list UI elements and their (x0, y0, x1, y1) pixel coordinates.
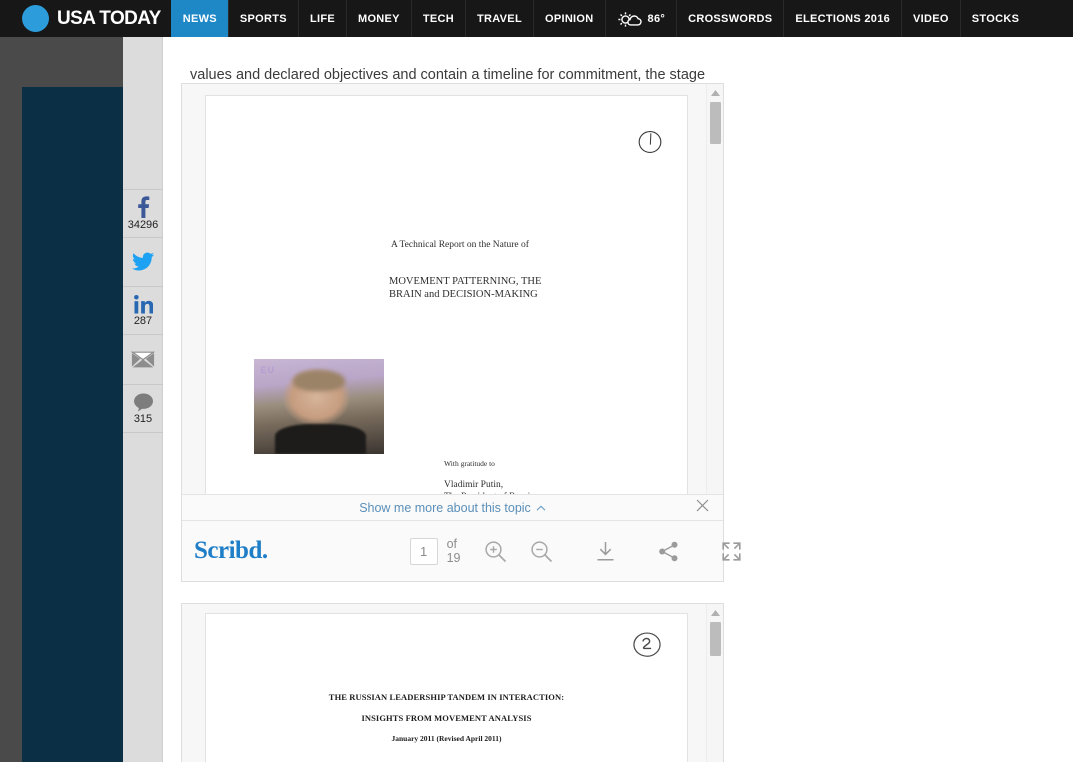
document-gratitude-label: With gratitude to (444, 459, 495, 468)
document-page-1: A Technical Report on the Nature of MOVE… (205, 95, 688, 521)
chevron-up-icon (536, 505, 546, 511)
site-header: USA TODAY NEWS SPORTS LIFE MONEY TECH TR… (0, 0, 1073, 37)
facebook-icon (137, 196, 149, 218)
weather-temperature: 86° (647, 12, 666, 25)
nav-item-sports[interactable]: SPORTS (227, 0, 298, 37)
show-more-topic-link[interactable]: Show me more about this topic (359, 501, 546, 515)
share-button[interactable] (658, 541, 679, 562)
linkedin-icon (133, 294, 153, 314)
scrollbar-thumb-1[interactable] (710, 102, 721, 144)
facebook-share-count: 34296 (127, 219, 159, 231)
document-page-2: THE RUSSIAN LEADERSHIP TANDEM IN INTERAC… (205, 613, 688, 762)
comment-icon (133, 392, 153, 412)
scrollbar-thumb-2[interactable] (710, 622, 721, 656)
page-number-input[interactable] (409, 537, 438, 565)
document-viewport-1: A Technical Report on the Nature of MOVE… (182, 84, 707, 521)
blue-circle-logo-icon (22, 5, 49, 32)
show-more-topic-label: Show me more about this topic (359, 500, 531, 515)
share-facebook-button[interactable]: 34296 (123, 190, 163, 238)
scrollbar-up-arrow-2[interactable] (707, 606, 723, 620)
close-promo-button[interactable] (696, 499, 709, 517)
document-viewport-2: THE RUSSIAN LEADERSHIP TANDEM IN INTERAC… (182, 604, 707, 762)
hand-drawn-circle-2-icon (633, 632, 661, 657)
nav-item-weather[interactable]: 86° (604, 0, 677, 37)
photo-backdrop-text: EU (260, 364, 276, 375)
download-icon (597, 541, 614, 561)
nav-item-stocks[interactable]: STOCKS (959, 0, 1030, 37)
zoom-in-button[interactable] (484, 540, 507, 563)
nav-item-tech[interactable]: TECH (410, 0, 465, 37)
zoom-out-icon (530, 540, 552, 562)
scribd-promo-bar: Show me more about this topic (182, 494, 723, 521)
nav-item-crosswords[interactable]: CROSSWORDS (676, 0, 783, 37)
document2-date-line: January 2011 (Revised April 2011) (391, 734, 502, 743)
sun-behind-cloud-icon (617, 12, 642, 27)
hand-drawn-circle-1-icon (638, 131, 662, 153)
zoom-in-icon (484, 540, 506, 562)
document-dedicatee-line-1: Vladimir Putin, (444, 480, 504, 490)
comment-count: 315 (133, 412, 153, 425)
linkedin-share-count: 287 (133, 314, 153, 327)
document2-heading-line-2: INSIGHTS FROM MOVEMENT ANALYSIS (361, 713, 532, 723)
page-total-label: of 19 (446, 537, 461, 565)
document-scrollbar-2[interactable] (706, 604, 723, 762)
share-icon (658, 541, 678, 561)
usa-today-logo[interactable]: USA TODAY (0, 0, 171, 37)
email-icon (131, 351, 155, 368)
nav-item-life[interactable]: LIFE (297, 0, 346, 37)
document-subtitle: A Technical Report on the Nature of (391, 240, 529, 250)
close-icon (696, 499, 709, 511)
scribd-embed-second: THE RUSSIAN LEADERSHIP TANDEM IN INTERAC… (181, 603, 724, 762)
share-linkedin-button[interactable]: 287 (123, 287, 163, 335)
putin-photo: EU (254, 359, 384, 454)
share-twitter-button[interactable] (123, 238, 163, 287)
social-rail-spacer (123, 37, 162, 190)
toolbar-right-actions (553, 541, 756, 562)
nav-item-elections[interactable]: ELECTIONS 2016 (783, 0, 901, 37)
comments-button[interactable]: 315 (123, 385, 163, 433)
photo-hair-shape (293, 370, 345, 392)
navy-side-panel (22, 87, 123, 762)
document-scrollbar-1[interactable] (706, 84, 723, 521)
nav-item-travel[interactable]: TRAVEL (464, 0, 533, 37)
nav-item-video[interactable]: VIDEO (901, 0, 960, 37)
scrollbar-up-arrow-1[interactable] (707, 86, 724, 100)
scribd-embed-first: A Technical Report on the Nature of MOVE… (181, 83, 741, 582)
document-title-line-1: MOVEMENT PATTERNING, THE (389, 276, 542, 287)
scribd-logo[interactable]: Scribd. (194, 537, 268, 565)
document-title-line-2: BRAIN and DECISION-MAKING (389, 289, 538, 300)
zoom-out-button[interactable] (530, 540, 553, 563)
document2-heading-line-1: THE RUSSIAN LEADERSHIP TANDEM IN INTERAC… (328, 692, 565, 702)
photo-suit-shape (274, 423, 366, 454)
fullscreen-icon (721, 541, 741, 561)
social-share-rail: 34296 287 315 (123, 37, 163, 762)
nav-item-money[interactable]: MONEY (345, 0, 411, 37)
scribd-toolbar: Scribd. of 19 (182, 521, 741, 581)
nav-item-opinion[interactable]: OPINION (532, 0, 605, 37)
nav-item-news[interactable]: NEWS (170, 0, 228, 37)
download-button[interactable] (595, 541, 616, 562)
brand-name: USA TODAY (57, 7, 161, 29)
twitter-icon (132, 252, 154, 271)
fullscreen-button[interactable] (721, 541, 742, 562)
share-email-button[interactable] (123, 335, 163, 385)
